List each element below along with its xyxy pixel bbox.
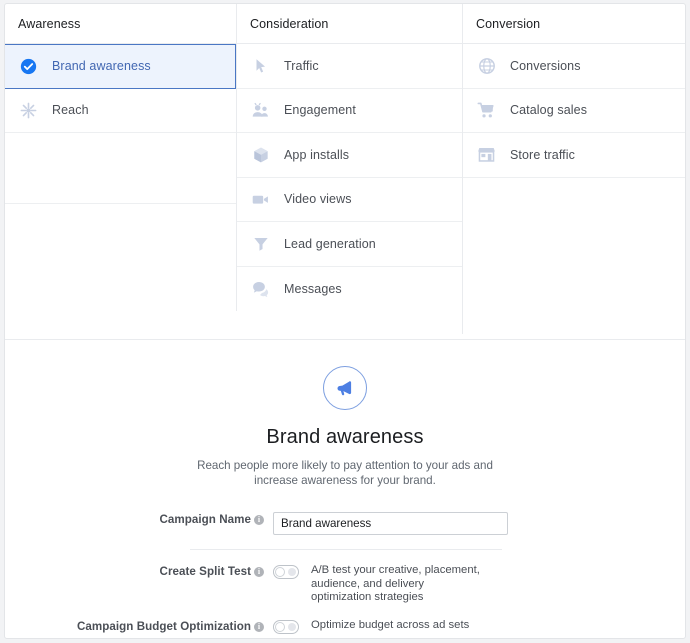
- hero-title: Brand awareness: [5, 426, 685, 449]
- column-header-consideration: Consideration: [237, 4, 462, 44]
- video-camera-icon: [250, 189, 271, 210]
- info-icon[interactable]: i: [254, 515, 264, 525]
- hero-description: Reach people more likely to pay attentio…: [177, 458, 513, 488]
- form-divider: [190, 549, 502, 550]
- objective-label: Engagement: [284, 103, 356, 117]
- split-test-label: Create Split Testi: [5, 564, 273, 579]
- objective-label: App installs: [284, 148, 349, 162]
- megaphone-icon: [323, 366, 367, 410]
- toggle-knob: [275, 567, 285, 577]
- objective-traffic[interactable]: Traffic: [237, 44, 462, 89]
- objective-label: Lead generation: [284, 237, 376, 251]
- storefront-icon: [476, 144, 497, 165]
- campaign-name-input[interactable]: [273, 512, 508, 535]
- check-circle-icon: [18, 56, 39, 77]
- objective-label: Store traffic: [510, 148, 575, 162]
- people-icon: [250, 100, 271, 121]
- objective-store-traffic[interactable]: Store traffic: [463, 133, 685, 178]
- globe-icon: [476, 55, 497, 76]
- awareness-column-empty: [5, 204, 236, 339]
- objective-brand-awareness[interactable]: Brand awareness: [5, 44, 236, 89]
- objective-lead-generation[interactable]: Lead generation: [237, 222, 462, 267]
- campaign-objective-panel: Awareness Brand awareness: [4, 3, 686, 639]
- info-icon[interactable]: i: [254, 622, 264, 632]
- starburst-icon: [18, 100, 39, 121]
- objective-messages[interactable]: Messages: [237, 267, 462, 312]
- campaign-form: Campaign Namei Create Split Testi A/B te…: [5, 512, 685, 639]
- budget-optimization-row: Campaign Budget Optimizationi Optimize b…: [5, 619, 685, 634]
- objective-label: Catalog sales: [510, 103, 587, 117]
- column-header-conversion: Conversion: [463, 4, 685, 44]
- objective-engagement[interactable]: Engagement: [237, 89, 462, 134]
- split-test-row: Create Split Testi A/B test your creativ…: [5, 564, 685, 605]
- toggle-knob: [275, 622, 285, 632]
- chat-bubbles-icon: [250, 278, 271, 299]
- column-header-awareness: Awareness: [5, 4, 236, 44]
- objective-conversions[interactable]: Conversions: [463, 44, 685, 89]
- objective-label: Reach: [52, 103, 89, 117]
- objective-column-awareness: Awareness Brand awareness: [5, 4, 236, 339]
- objective-reach[interactable]: Reach: [5, 89, 236, 134]
- objective-column-conversion: Conversion Conversions: [462, 4, 685, 334]
- campaign-name-label: Campaign Namei: [5, 512, 273, 527]
- campaign-name-row: Campaign Namei: [5, 512, 685, 535]
- budget-optimization-label: Campaign Budget Optimizationi: [5, 619, 273, 634]
- budget-optimization-toggle[interactable]: [273, 620, 299, 634]
- objective-video-views[interactable]: Video views: [237, 178, 462, 223]
- objective-label: Conversions: [510, 59, 581, 73]
- objective-app-installs[interactable]: App installs: [237, 133, 462, 178]
- objective-column-consideration: Consideration Traffic: [236, 4, 462, 311]
- shopping-cart-icon: [476, 100, 497, 121]
- campaign-name-label-text: Campaign Name: [160, 513, 252, 526]
- conversion-column-empty: [463, 178, 685, 334]
- budget-optimization-label-text: Campaign Budget Optimization: [77, 620, 251, 633]
- cube-icon: [250, 144, 271, 165]
- objective-catalog-sales[interactable]: Catalog sales: [463, 89, 685, 134]
- objective-label: Video views: [284, 192, 352, 206]
- info-icon[interactable]: i: [254, 567, 264, 577]
- split-test-label-text: Create Split Test: [160, 565, 251, 578]
- selected-objective-hero: Brand awareness Reach people more likely…: [5, 340, 685, 488]
- objective-label: Messages: [284, 282, 342, 296]
- funnel-icon: [250, 233, 271, 254]
- budget-optimization-description: Optimize budget across ad sets: [311, 619, 481, 633]
- split-test-description: A/B test your creative, placement, audie…: [311, 564, 481, 605]
- awareness-column-filler: [5, 133, 236, 204]
- cursor-arrow-icon: [250, 55, 271, 76]
- objective-label: Traffic: [284, 59, 319, 73]
- objective-grid: Awareness Brand awareness: [5, 4, 685, 340]
- objective-label: Brand awareness: [52, 59, 151, 73]
- split-test-toggle[interactable]: [273, 565, 299, 579]
